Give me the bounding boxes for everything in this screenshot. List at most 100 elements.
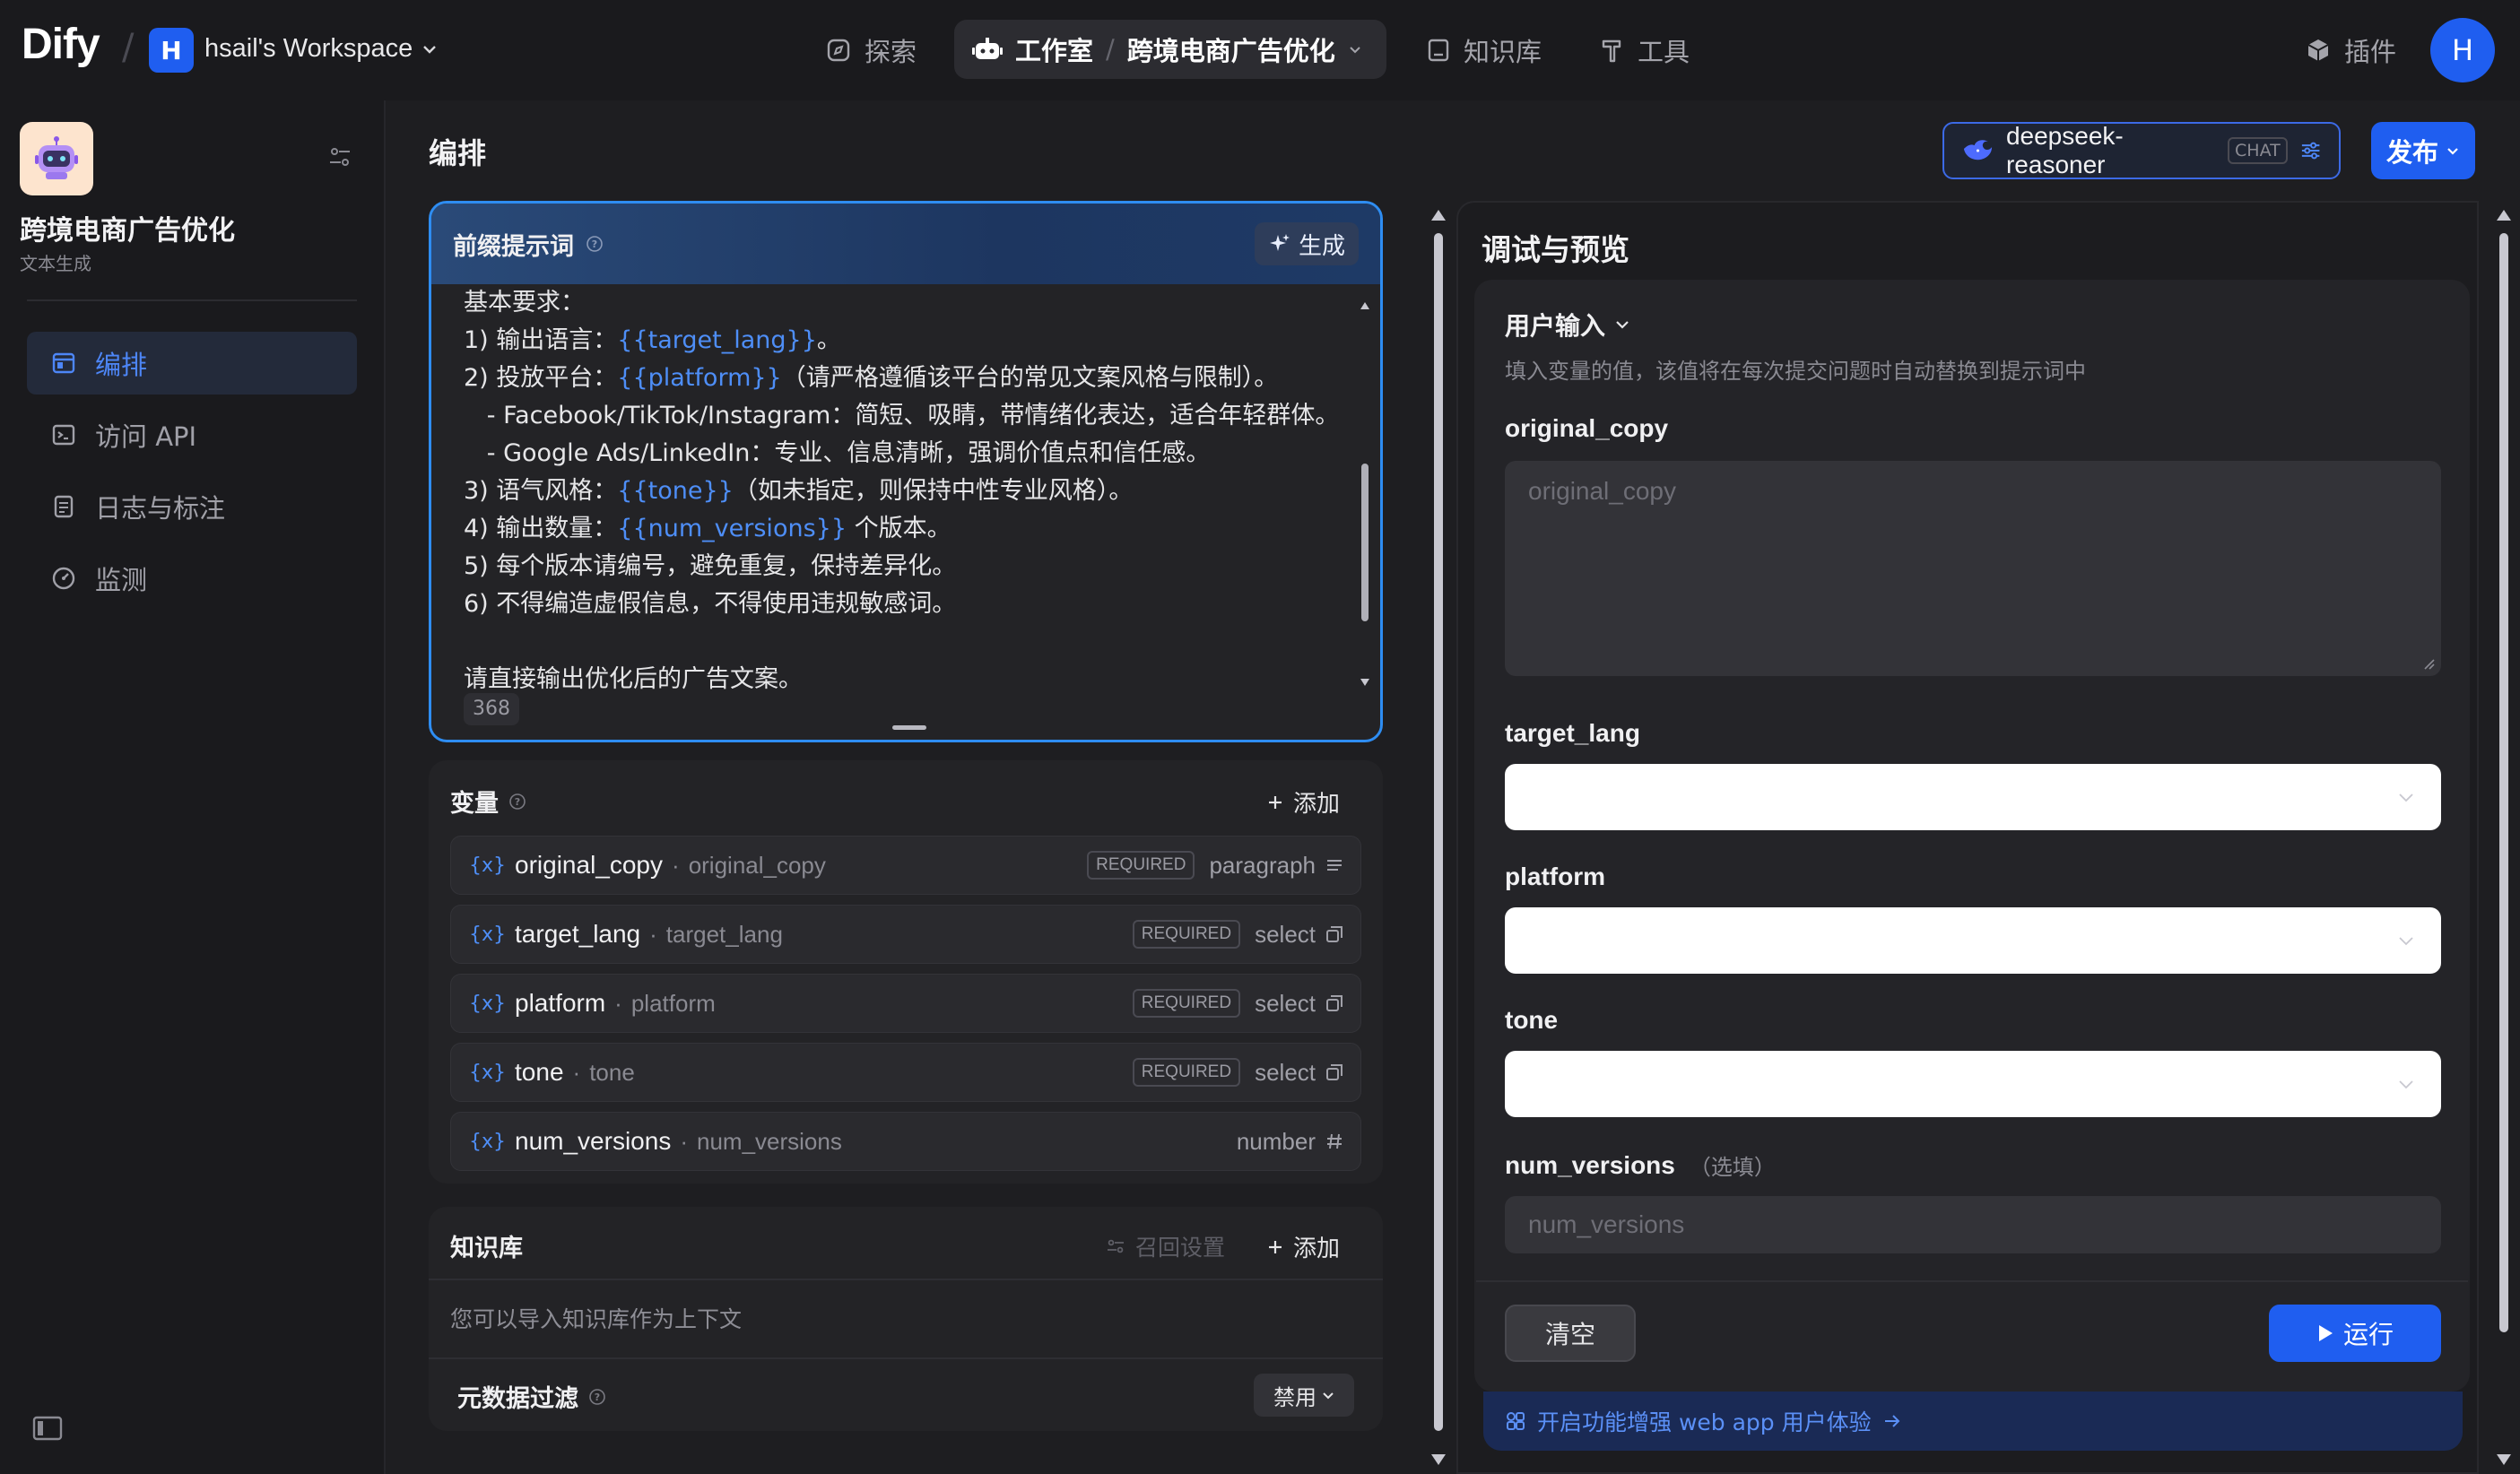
user-input-toggle[interactable]: 用户输入: [1505, 307, 1630, 342]
prompt-scrollbar[interactable]: [1358, 297, 1372, 691]
workspace-switcher[interactable]: hsail's Workspace: [204, 34, 438, 64]
variable-meta: REQUIRED select: [1132, 920, 1344, 949]
user-input-title: 用户输入: [1505, 311, 1606, 341]
clear-button[interactable]: 清空: [1505, 1305, 1636, 1362]
variable-name: target_lang: [515, 920, 641, 948]
original-copy-textarea[interactable]: original_copy: [1505, 461, 2441, 676]
breadcrumb-separator: /: [122, 27, 135, 68]
robot-icon: [972, 38, 1003, 59]
textarea-resize-handle[interactable]: [2423, 658, 2436, 671]
metadata-filter-title-group: 元数据过滤 ?: [457, 1379, 607, 1414]
field-label-num-versions: num_versions: [1505, 1150, 1675, 1179]
help-circle-icon[interactable]: ?: [587, 1387, 607, 1407]
variable-icon: {x}: [469, 923, 507, 946]
cube-icon: [2307, 39, 2329, 61]
app-settings-icon[interactable]: [326, 143, 353, 170]
nav-tools[interactable]: 工具: [1600, 27, 1690, 74]
workspace-avatar[interactable]: H: [149, 28, 194, 73]
run-button[interactable]: 运行: [2269, 1305, 2441, 1362]
variable-key: target_lang: [665, 920, 783, 948]
resize-handle[interactable]: [892, 725, 926, 730]
knowledge-title: 知识库: [450, 1235, 523, 1262]
sidebar-item-logs[interactable]: 日志与标注: [27, 475, 357, 538]
prompt-line: 请直接输出优化后的广告文案。: [464, 661, 1343, 698]
nav-explore[interactable]: 探索: [825, 27, 917, 74]
required-badge: REQUIRED: [1132, 920, 1241, 949]
variable-info: {x} tone · tone: [469, 1058, 635, 1087]
prompt-line: 5) 每个版本请编号，避免重复，保持差异化。: [464, 548, 1343, 585]
required-badge: REQUIRED: [1132, 1058, 1241, 1087]
chevron-down-icon: [2399, 937, 2413, 946]
enhance-webapp-banner[interactable]: 开启功能增强 web app 用户体验: [1483, 1392, 2463, 1451]
field-label-original-copy: original_copy: [1505, 414, 1669, 442]
main-scrollbar[interactable]: [1428, 201, 1449, 1474]
help-circle-icon[interactable]: ?: [508, 792, 527, 811]
recall-label: 召回设置: [1135, 1235, 1226, 1261]
variable-info: {x} target_lang · target_lang: [469, 920, 783, 949]
generate-prompt-button[interactable]: 生成: [1255, 222, 1359, 265]
variable-separator: ·: [680, 1127, 688, 1155]
field-label-target-lang: target_lang: [1505, 719, 1640, 747]
variable-type: paragraph: [1209, 852, 1344, 880]
nav-knowledge[interactable]: 知识库: [1426, 27, 1542, 74]
sidebar: [0, 100, 386, 1474]
metadata-filter-select[interactable]: 禁用: [1254, 1374, 1354, 1417]
variable-info: {x} num_versions · num_versions: [469, 1127, 842, 1156]
tone-select[interactable]: [1505, 1051, 2441, 1117]
field-label-platform: platform: [1505, 863, 1605, 890]
variable-separator: ·: [672, 851, 680, 879]
help-circle-icon[interactable]: ?: [585, 234, 604, 254]
nav-studio-label: 工作室: [1015, 36, 1094, 66]
variable-row-tone[interactable]: {x} tone · tone REQUIRED select: [450, 1043, 1361, 1102]
variable-row-num-versions[interactable]: {x} num_versions · num_versions number: [450, 1112, 1361, 1171]
chevron-down-icon: [423, 45, 437, 54]
nav-studio[interactable]: 工作室 / 跨境电商广告优化: [954, 20, 1386, 79]
variable-row-original-copy[interactable]: {x} original_copy · original_copy REQUIR…: [450, 836, 1361, 895]
sidebar-item-orchestrate[interactable]: 编排: [27, 332, 357, 395]
prompt-line: 4) 输出数量：{{num_versions}} 个版本。: [464, 510, 1343, 548]
app-icon: [20, 122, 93, 195]
metadata-filter-value: 禁用: [1273, 1384, 1316, 1410]
robot-icon: [35, 136, 78, 179]
publish-button[interactable]: 发布: [2371, 122, 2475, 179]
variable-row-target-lang[interactable]: {x} target_lang · target_lang REQUIRED s…: [450, 905, 1361, 964]
add-variable-button[interactable]: 添加: [1266, 785, 1340, 819]
publish-label: 发布: [2385, 137, 2438, 168]
variable-name: num_versions: [515, 1127, 672, 1155]
prompt-text-segment: 4) 输出数量：: [464, 515, 618, 542]
target-lang-select[interactable]: [1505, 764, 2441, 830]
num-versions-input[interactable]: num_versions: [1505, 1196, 2441, 1253]
field-label-tone: tone: [1505, 1006, 1559, 1034]
arrow-right-icon: [1884, 1415, 1900, 1427]
sidebar-item-monitor[interactable]: 监测: [27, 547, 357, 610]
sidebar-item-api[interactable]: 访问 API: [27, 403, 357, 466]
model-selector-button[interactable]: deepseek-reasoner CHAT: [1942, 122, 2341, 179]
dashboard-icon: [52, 567, 75, 590]
settings-sliders-icon: [2301, 142, 2320, 160]
user-avatar[interactable]: H: [2430, 18, 2495, 82]
dify-logo[interactable]: Dify: [22, 20, 100, 69]
divider: [429, 1357, 1383, 1359]
variable-type: number: [1237, 1128, 1344, 1156]
variable-meta: number: [1237, 1128, 1344, 1156]
divider: [1476, 1280, 2468, 1282]
current-app-name[interactable]: 跨境电商广告优化: [1127, 30, 1335, 68]
add-label: 添加: [1293, 791, 1341, 818]
variable-type-label: number: [1236, 1127, 1316, 1155]
panel-left-icon: [32, 1416, 63, 1441]
prompt-text-segment: 。: [816, 326, 841, 354]
svg-text:?: ?: [515, 796, 520, 808]
prompt-line: [464, 623, 1343, 661]
variable-meta: REQUIRED select: [1132, 989, 1344, 1018]
variable-row-platform[interactable]: {x} platform · platform REQUIRED select: [450, 974, 1361, 1033]
platform-select[interactable]: [1505, 907, 2441, 974]
add-knowledge-button[interactable]: 添加: [1266, 1230, 1340, 1263]
sidebar-collapse-button[interactable]: [32, 1415, 63, 1442]
preview-scrollbar[interactable]: [2493, 201, 2515, 1474]
preview-title: 调试与预览: [1482, 232, 1629, 267]
plus-icon: [1269, 795, 1282, 809]
recall-settings-button[interactable]: 召回设置: [1105, 1230, 1225, 1262]
prompt-textarea[interactable]: 基本要求： 1) 输出语言：{{target_lang}}。 2) 投放平台：{{p…: [464, 284, 1343, 698]
nav-plugins[interactable]: 插件: [2305, 27, 2396, 74]
nav-plugins-label: 插件: [2344, 37, 2397, 67]
